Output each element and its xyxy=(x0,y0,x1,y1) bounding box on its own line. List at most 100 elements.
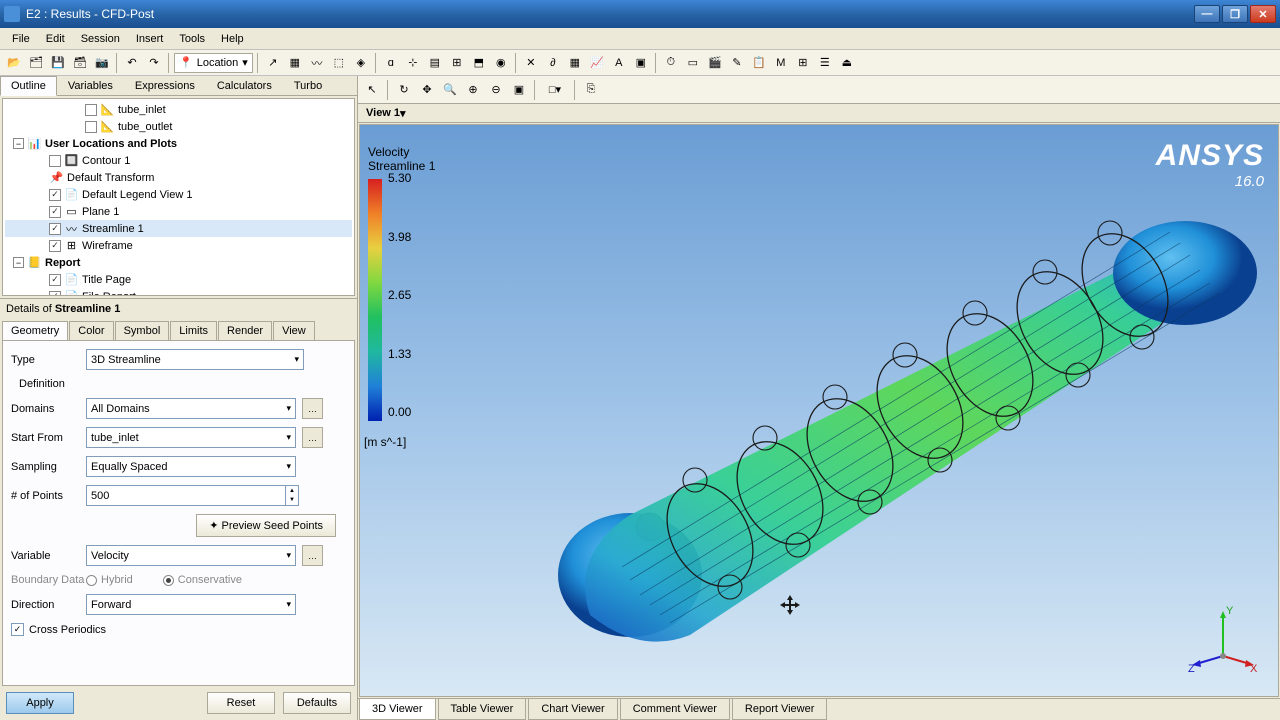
keyframe-icon[interactable]: 🎬 xyxy=(705,53,725,73)
points-spinner[interactable]: ▲▼ xyxy=(286,485,299,506)
tree-item[interactable]: 🔲Contour 1 xyxy=(5,152,352,169)
conservative-radio[interactable]: Conservative xyxy=(163,574,242,586)
domains-select[interactable]: All Domains xyxy=(86,398,296,419)
tab-table-viewer[interactable]: Table Viewer xyxy=(438,699,527,720)
outline-tree[interactable]: 📐tube_inlet📐tube_outlet−📊User Locations … xyxy=(2,98,355,296)
preview-seed-button[interactable]: ✦ Preview Seed Points xyxy=(196,514,336,537)
menu-file[interactable]: File xyxy=(4,31,38,47)
open-icon[interactable]: 📂 xyxy=(4,53,24,73)
defaults-button[interactable]: Defaults xyxy=(283,692,351,714)
tab-color[interactable]: Color xyxy=(69,321,113,340)
pan-icon[interactable]: ✥ xyxy=(417,80,437,100)
variable-icon[interactable]: ✕ xyxy=(521,53,541,73)
snapshot-icon[interactable]: 📷 xyxy=(92,53,112,73)
hybrid-radio[interactable]: Hybrid xyxy=(86,574,133,586)
zoom-icon[interactable]: 🔍 xyxy=(440,80,460,100)
zoombox-icon[interactable]: ⊕ xyxy=(463,80,483,100)
cross-periodics-checkbox[interactable]: Cross Periodics xyxy=(11,623,346,636)
macro-icon[interactable]: M xyxy=(771,53,791,73)
highlight-icon[interactable]: ▣ xyxy=(509,80,529,100)
comment-icon[interactable]: A xyxy=(609,53,629,73)
tree-item[interactable]: 📄Title Page xyxy=(5,271,352,288)
tree-item[interactable]: −📒Report xyxy=(5,254,352,271)
rotate-icon[interactable]: ↻ xyxy=(394,80,414,100)
animation-icon[interactable]: ▭ xyxy=(683,53,703,73)
visibility-checkbox[interactable] xyxy=(85,121,97,133)
tree-item[interactable]: ▭Plane 1 xyxy=(5,203,352,220)
exit-icon[interactable]: ⏏ xyxy=(837,53,857,73)
menu-tools[interactable]: Tools xyxy=(171,31,213,47)
figure-icon[interactable]: ▣ xyxy=(631,53,651,73)
text-icon[interactable]: ɑ xyxy=(381,53,401,73)
points-input[interactable] xyxy=(86,485,286,506)
domains-more-button[interactable]: … xyxy=(302,398,323,419)
save-icon[interactable]: 💾 xyxy=(48,53,68,73)
predef-view-dropdown[interactable]: □▾ xyxy=(541,80,569,100)
clip-icon[interactable]: ⬒ xyxy=(469,53,489,73)
undo-icon[interactable]: ↶ xyxy=(122,53,142,73)
tab-render[interactable]: Render xyxy=(218,321,272,340)
type-select[interactable]: 3D Streamline xyxy=(86,349,304,370)
variable-select[interactable]: Velocity xyxy=(86,545,296,566)
variable-more-button[interactable]: … xyxy=(302,545,323,566)
tree-item[interactable]: ⊞Wireframe xyxy=(5,237,352,254)
colormap-icon[interactable]: ◉ xyxy=(491,53,511,73)
visibility-checkbox[interactable] xyxy=(49,155,61,167)
tree-item[interactable]: 📐tube_outlet xyxy=(5,118,352,135)
probe-icon[interactable]: ✎ xyxy=(727,53,747,73)
menu-insert[interactable]: Insert xyxy=(128,31,172,47)
streamline-icon[interactable]: 〰 xyxy=(307,53,327,73)
contour-icon[interactable]: ▦ xyxy=(285,53,305,73)
minimize-button[interactable]: — xyxy=(1194,5,1220,23)
visibility-checkbox[interactable] xyxy=(49,189,61,201)
location-dropdown[interactable]: 📍Location▾ xyxy=(174,53,253,73)
tab-chart-viewer[interactable]: Chart Viewer xyxy=(528,699,617,720)
visibility-checkbox[interactable] xyxy=(49,291,61,297)
view-header[interactable]: View 1 ▾ xyxy=(358,104,1280,123)
startfrom-select[interactable]: tube_inlet xyxy=(86,427,296,448)
fit-icon[interactable]: ⊖ xyxy=(486,80,506,100)
direction-select[interactable]: Forward xyxy=(86,594,296,615)
tab-limits[interactable]: Limits xyxy=(170,321,217,340)
mesh-icon[interactable]: ⊞ xyxy=(793,53,813,73)
vector-icon[interactable]: ↗ xyxy=(263,53,283,73)
tree-item[interactable]: −📊User Locations and Plots xyxy=(5,135,352,152)
tab-turbo[interactable]: Turbo xyxy=(283,76,333,95)
chart-icon[interactable]: 📈 xyxy=(587,53,607,73)
menu-edit[interactable]: Edit xyxy=(38,31,73,47)
legend-icon[interactable]: ▤ xyxy=(425,53,445,73)
calc-icon[interactable]: 📋 xyxy=(749,53,769,73)
tree-item[interactable]: 📄Default Legend View 1 xyxy=(5,186,352,203)
tab-comment-viewer[interactable]: Comment Viewer xyxy=(620,699,730,720)
select-icon[interactable]: ↖ xyxy=(362,80,382,100)
visibility-checkbox[interactable] xyxy=(49,223,61,235)
expand-icon[interactable]: − xyxy=(13,138,24,149)
compare-icon[interactable]: 🗂 xyxy=(26,53,46,73)
volume-icon[interactable]: ◈ xyxy=(351,53,371,73)
visibility-checkbox[interactable] xyxy=(49,240,61,252)
turbo-icon[interactable]: ☰ xyxy=(815,53,835,73)
apply-button[interactable]: Apply xyxy=(6,692,74,714)
tab-expressions[interactable]: Expressions xyxy=(124,76,206,95)
tab-3d-viewer[interactable]: 3D Viewer xyxy=(359,699,436,720)
tab-geometry[interactable]: Geometry xyxy=(2,321,68,340)
sampling-select[interactable]: Equally Spaced xyxy=(86,456,296,477)
tab-variables[interactable]: Variables xyxy=(57,76,124,95)
tab-view[interactable]: View xyxy=(273,321,315,340)
menu-session[interactable]: Session xyxy=(73,31,128,47)
visibility-checkbox[interactable] xyxy=(49,274,61,286)
expression-icon[interactable]: ∂ xyxy=(543,53,563,73)
tab-outline[interactable]: Outline xyxy=(0,76,57,96)
visibility-checkbox[interactable] xyxy=(49,206,61,218)
reset-button[interactable]: Reset xyxy=(207,692,275,714)
maximize-button[interactable]: ❐ xyxy=(1222,5,1248,23)
particle-icon[interactable]: ⬚ xyxy=(329,53,349,73)
visibility-checkbox[interactable] xyxy=(85,104,97,116)
sync-icon[interactable]: ⎘ xyxy=(581,80,601,100)
reload-icon[interactable]: 🗃 xyxy=(70,53,90,73)
tab-symbol[interactable]: Symbol xyxy=(115,321,170,340)
tab-report-viewer[interactable]: Report Viewer xyxy=(732,699,828,720)
redo-icon[interactable]: ↷ xyxy=(144,53,164,73)
coord-icon[interactable]: ⊹ xyxy=(403,53,423,73)
tree-item[interactable]: 📌Default Transform xyxy=(5,169,352,186)
